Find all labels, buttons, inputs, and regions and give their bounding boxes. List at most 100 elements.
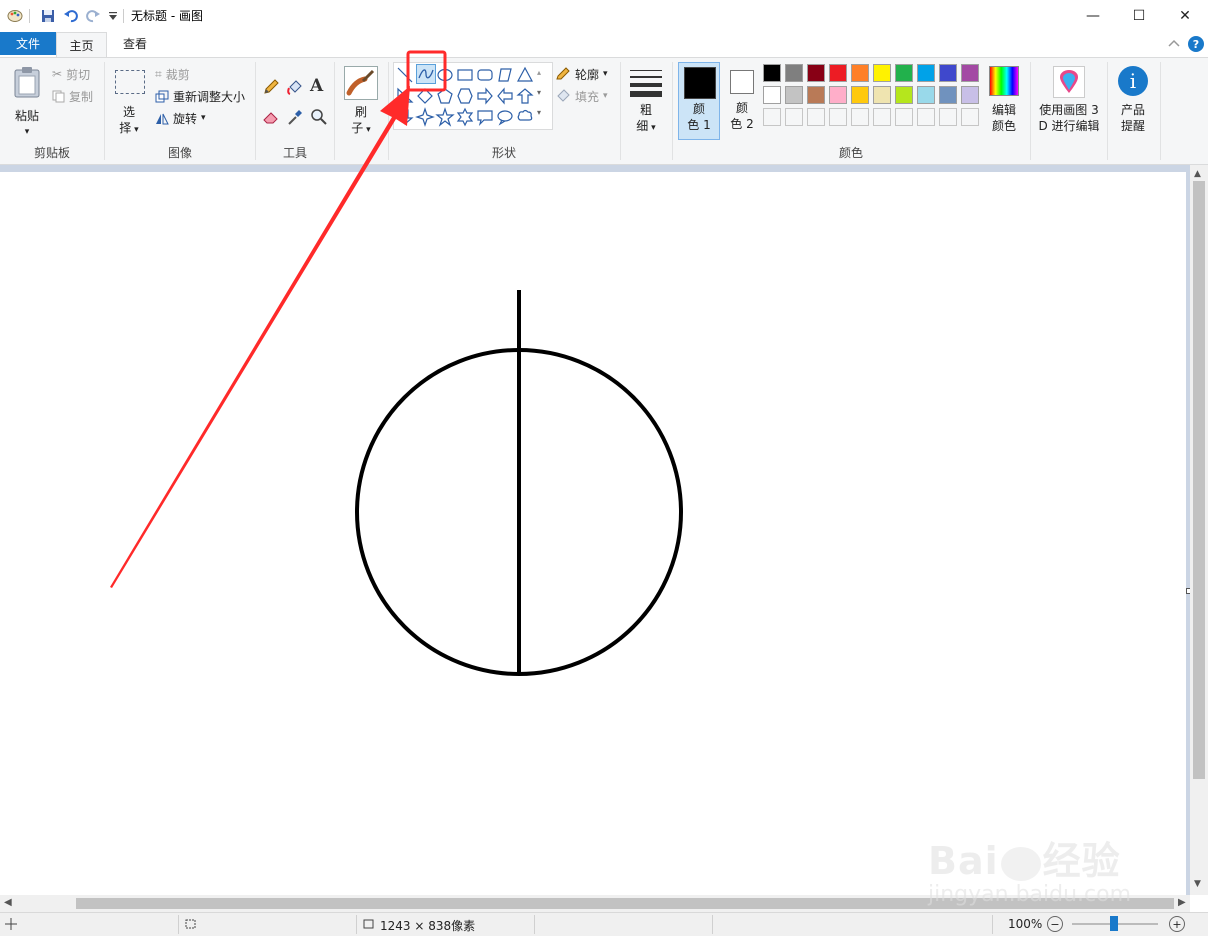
triangle-shape-icon[interactable] [516,66,534,82]
palette-swatch[interactable] [807,86,825,104]
right-arrow-shape-icon[interactable] [477,87,493,105]
outline-button[interactable]: 轮廓 ▾ [555,64,608,84]
qat-customize-icon[interactable] [104,7,122,25]
maximize-button[interactable]: ☐ [1116,0,1162,31]
palette-swatch[interactable] [763,86,781,104]
drawing-canvas[interactable] [0,172,1186,895]
vertical-scroll-thumb[interactable] [1193,181,1205,779]
pencil-icon[interactable] [262,78,280,96]
size-button[interactable]: 粗 细 ▾ [624,64,668,144]
close-button[interactable]: ✕ [1162,0,1208,31]
vertical-scrollbar[interactable]: ▲ ▼ [1190,165,1208,895]
edit-colors-button[interactable]: 编辑 颜色 [983,64,1025,144]
rotate-button[interactable]: 旋转 ▾ [155,108,206,128]
diamond-shape-icon[interactable] [417,88,433,104]
line-shape-icon[interactable] [397,67,413,83]
crop-button[interactable]: ⌗ 裁剪 [155,64,190,84]
palette-swatch[interactable] [939,64,957,82]
zoom-slider-thumb[interactable] [1110,916,1118,931]
horizontal-scroll-thumb[interactable] [76,898,1174,909]
palette-swatch[interactable] [829,64,847,82]
zoom-out-button[interactable]: − [1047,916,1063,932]
eraser-icon[interactable] [262,108,280,126]
color-picker-icon[interactable] [286,108,304,126]
tab-file[interactable]: 文件 [0,32,56,55]
scroll-right-icon[interactable]: ▶ [1178,897,1186,908]
custom-color-slot[interactable] [917,108,935,126]
palette-swatch[interactable] [961,86,979,104]
palette-swatch[interactable] [961,64,979,82]
palette-swatch[interactable] [917,86,935,104]
hexagon-shape-icon[interactable] [457,88,473,104]
rectangle-shape-icon[interactable] [457,69,473,81]
rounded-callout-shape-icon[interactable] [477,110,493,126]
custom-color-slot[interactable] [785,108,803,126]
left-arrow-shape-icon[interactable] [497,87,513,105]
palette-swatch[interactable] [785,64,803,82]
fill-bucket-icon[interactable] [286,78,304,96]
magnifier-icon[interactable] [310,108,328,126]
custom-color-slot[interactable] [807,108,825,126]
palette-swatch[interactable] [829,86,847,104]
collapse-ribbon-icon[interactable] [1168,37,1180,51]
tab-home[interactable]: 主页 [56,32,107,57]
scroll-up-icon[interactable]: ▲ [1194,169,1201,179]
palette-swatch[interactable] [873,86,891,104]
edit-with-paint3d-button[interactable]: 使用画图 3 D 进行编辑 [1033,64,1105,144]
palette-swatch[interactable] [917,64,935,82]
oval-callout-shape-icon[interactable] [497,110,513,126]
down-arrow-shape-icon[interactable] [396,109,414,125]
gallery-scroll-up-icon[interactable]: ▴ [537,68,541,77]
palette-swatch[interactable] [807,64,825,82]
cloud-callout-shape-icon[interactable] [517,109,533,121]
fill-button[interactable]: 填充 ▾ [555,86,608,106]
text-tool-icon[interactable]: A [310,76,328,96]
four-point-star-shape-icon[interactable] [415,107,435,127]
paint-app-icon[interactable] [6,7,24,25]
palette-swatch[interactable] [785,86,803,104]
undo-icon[interactable] [62,7,80,25]
up-arrow-shape-icon[interactable] [516,88,534,104]
cut-button[interactable]: ✂ 剪切 [52,64,90,84]
scroll-left-icon[interactable]: ◀ [4,897,12,908]
five-point-star-shape-icon[interactable] [435,107,455,127]
polygon-shape-icon[interactable] [498,68,512,82]
palette-swatch[interactable] [895,86,913,104]
custom-color-slot[interactable] [851,108,869,126]
tab-view[interactable]: 查看 [110,32,160,55]
resize-button[interactable]: 重新调整大小 [155,86,245,106]
custom-color-slot[interactable] [763,108,781,126]
custom-color-slot[interactable] [873,108,891,126]
product-alert-button[interactable]: i 产品 提醒 [1110,64,1156,144]
right-triangle-shape-icon[interactable] [397,87,414,103]
copy-button[interactable]: 复制 [52,86,93,106]
palette-swatch[interactable] [851,86,869,104]
minimize-button[interactable]: — [1070,0,1116,31]
gallery-scroll-down-icon[interactable]: ▾ [537,88,541,97]
palette-swatch[interactable] [851,64,869,82]
palette-swatch[interactable] [895,64,913,82]
pentagon-shape-icon[interactable] [437,88,453,104]
zoom-in-button[interactable]: + [1169,916,1185,932]
six-point-star-shape-icon[interactable] [456,107,474,127]
curve-shape-selected[interactable] [416,64,436,84]
custom-color-slot[interactable] [939,108,957,126]
custom-color-slot[interactable] [829,108,847,126]
palette-swatch[interactable] [763,64,781,82]
palette-swatch[interactable] [873,64,891,82]
palette-swatch[interactable] [939,86,957,104]
help-icon[interactable]: ? [1188,36,1204,52]
custom-color-slot[interactable] [961,108,979,126]
color2-button[interactable]: 颜 色 2 [723,62,761,140]
paste-button[interactable]: 粘贴 ▾ [8,64,46,144]
redo-icon[interactable] [84,7,102,25]
brushes-button[interactable]: 刷 子 ▾ [342,64,380,144]
save-icon[interactable] [39,7,57,25]
oval-shape-icon[interactable] [437,68,453,82]
select-button[interactable]: 选 择 ▾ [111,64,147,144]
rounded-rectangle-shape-icon[interactable] [477,69,493,81]
custom-color-slot[interactable] [895,108,913,126]
scroll-down-icon[interactable]: ▼ [1194,879,1201,889]
horizontal-scrollbar[interactable]: ◀ ▶ [0,895,1190,912]
gallery-expand-icon[interactable]: ▾ [537,108,541,117]
